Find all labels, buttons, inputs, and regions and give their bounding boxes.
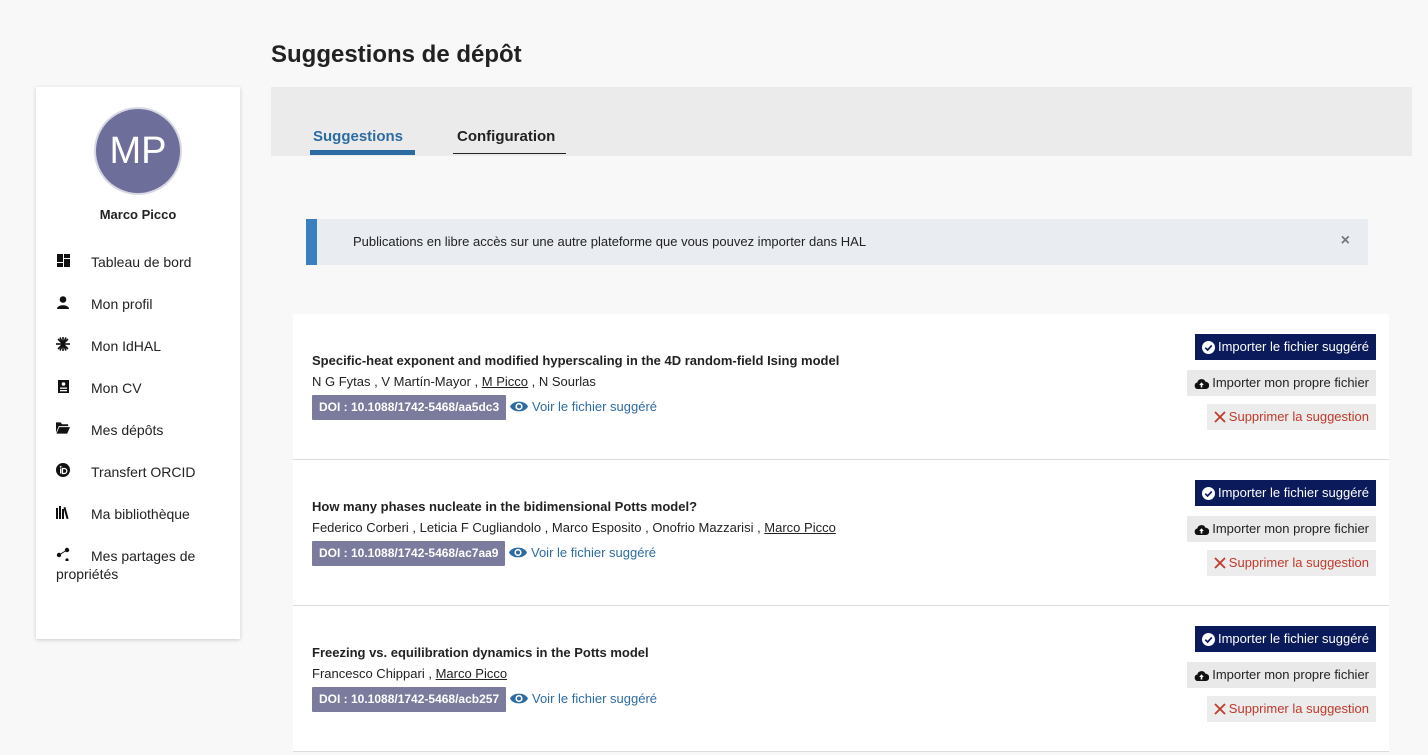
- button-label: Importer le fichier suggéré: [1217, 339, 1369, 354]
- eye-icon: [509, 547, 527, 558]
- button-label: Supprimer la suggestion: [1228, 701, 1369, 716]
- sidebar-nav: Tableau de bord Mon profil Mon IdHAL Mon…: [36, 251, 240, 587]
- delete-suggestion-button[interactable]: Supprimer la suggestion: [1206, 550, 1376, 576]
- doi-badge[interactable]: DOI : 10.1088/1742-5468/ac7aa9: [312, 541, 506, 566]
- x-icon: [1214, 703, 1226, 715]
- doi-badge[interactable]: DOI : 10.1088/1742-5468/aa5dc3: [312, 395, 507, 420]
- view-link-label: Voir le fichier suggéré: [532, 691, 658, 706]
- author-highlight-link[interactable]: M Picco: [482, 374, 528, 389]
- cloud-upload-icon: [1194, 670, 1210, 681]
- info-alert: Publications en libre accès sur une autr…: [306, 219, 1368, 265]
- person-icon: [56, 295, 70, 309]
- import-own-button[interactable]: Importer mon propre fichier: [1187, 370, 1376, 396]
- tab-suggestions[interactable]: Suggestions: [309, 128, 416, 155]
- sidebar-item-label: Ma bibliothèque: [91, 506, 190, 522]
- cv-icon: [56, 379, 70, 393]
- check-circle-icon: [1201, 632, 1215, 646]
- sidebar-item-label: Mes partages de propriétés: [56, 548, 196, 582]
- import-own-button[interactable]: Importer mon propre fichier: [1187, 662, 1376, 688]
- eye-icon: [510, 693, 528, 704]
- sidebar-item-dashboard[interactable]: Tableau de bord: [36, 251, 240, 293]
- sidebar-item-label: Mon CV: [91, 380, 142, 396]
- button-label: Importer le fichier suggéré: [1217, 631, 1369, 646]
- sidebar-item-label: Mes dépôts: [91, 422, 164, 438]
- sidebar-item-deposits[interactable]: Mes dépôts: [36, 419, 240, 461]
- check-circle-icon: [1201, 486, 1215, 500]
- suggestion-title: How many phases nucleate in the bidimens…: [312, 499, 698, 514]
- suggestion-card: Freezing vs. equilibration dynamics in t…: [293, 606, 1389, 752]
- authors-text: N G Fytas , V Martín-Mayor ,: [312, 374, 482, 389]
- button-label: Supprimer la suggestion: [1228, 555, 1369, 570]
- orcid-icon: [56, 463, 70, 477]
- import-own-button[interactable]: Importer mon propre fichier: [1187, 516, 1376, 542]
- tabs-bar: Suggestions Configuration: [271, 87, 1412, 156]
- cloud-upload-icon: [1194, 378, 1210, 389]
- button-label: Importer mon propre fichier: [1212, 667, 1369, 682]
- sidebar: MP Marco Picco Tableau de bord Mon profi…: [36, 87, 240, 639]
- suggestion-authors: Federico Corberi , Leticia F Cugliandolo…: [312, 520, 836, 535]
- sidebar-item-idhal[interactable]: Mon IdHAL: [36, 335, 240, 377]
- check-circle-icon: [1201, 340, 1215, 354]
- sidebar-item-library[interactable]: Ma bibliothèque: [36, 503, 240, 545]
- suggestion-authors: N G Fytas , V Martín-Mayor , M Picco , N…: [312, 374, 596, 389]
- close-icon[interactable]: ×: [1341, 232, 1350, 250]
- view-suggested-file-link[interactable]: Voir le fichier suggéré: [510, 399, 657, 414]
- eye-icon: [510, 401, 528, 412]
- import-suggested-button[interactable]: Importer le fichier suggéré: [1194, 626, 1376, 652]
- author-highlight-link[interactable]: Marco Picco: [436, 666, 508, 681]
- suggestion-title: Freezing vs. equilibration dynamics in t…: [312, 645, 649, 660]
- view-suggested-file-link[interactable]: Voir le fichier suggéré: [509, 545, 656, 560]
- sidebar-item-orcid[interactable]: Transfert ORCID: [36, 461, 240, 503]
- suggestion-authors: Francesco Chippari , Marco Picco: [312, 666, 507, 681]
- sidebar-item-label: Tableau de bord: [91, 254, 192, 270]
- authors-text: , N Sourlas: [527, 374, 596, 389]
- asterisk-icon: [56, 337, 70, 351]
- delete-suggestion-button[interactable]: Supprimer la suggestion: [1206, 696, 1376, 722]
- button-label: Importer le fichier suggéré: [1217, 485, 1369, 500]
- alert-text: Publications en libre accès sur une autr…: [353, 234, 867, 249]
- sidebar-item-label: Transfert ORCID: [91, 464, 196, 480]
- sidebar-item-shares[interactable]: Mes partages de propriétés: [36, 545, 240, 587]
- button-label: Importer mon propre fichier: [1212, 375, 1369, 390]
- x-icon: [1214, 411, 1226, 423]
- user-name: Marco Picco: [99, 207, 177, 222]
- folder-icon: [56, 421, 70, 435]
- library-icon: [56, 505, 70, 519]
- x-icon: [1214, 557, 1226, 569]
- view-link-label: Voir le fichier suggéré: [532, 399, 658, 414]
- button-label: Importer mon propre fichier: [1212, 521, 1369, 536]
- tab-configuration[interactable]: Configuration: [452, 128, 567, 154]
- dashboard-icon: [56, 253, 70, 267]
- delete-suggestion-button[interactable]: Supprimer la suggestion: [1206, 404, 1376, 430]
- sidebar-item-label: Mon IdHAL: [91, 338, 162, 354]
- doi-badge[interactable]: DOI : 10.1088/1742-5468/acb257: [312, 687, 507, 712]
- import-suggested-button[interactable]: Importer le fichier suggéré: [1194, 334, 1376, 360]
- suggestion-card: How many phases nucleate in the bidimens…: [293, 460, 1389, 606]
- author-highlight-link[interactable]: Marco Picco: [764, 520, 836, 535]
- suggestion-title: Specific-heat exponent and modified hype…: [312, 353, 840, 368]
- cloud-upload-icon: [1194, 524, 1210, 535]
- authors-text: Federico Corberi , Leticia F Cugliandolo…: [312, 520, 765, 535]
- suggestion-card: Specific-heat exponent and modified hype…: [293, 314, 1389, 460]
- authors-text: Francesco Chippari ,: [312, 666, 436, 681]
- import-suggested-button[interactable]: Importer le fichier suggéré: [1194, 480, 1376, 506]
- avatar: MP: [96, 109, 180, 193]
- sidebar-item-profile[interactable]: Mon profil: [36, 293, 240, 335]
- page-title: Suggestions de dépôt: [271, 41, 522, 68]
- button-label: Supprimer la suggestion: [1228, 409, 1369, 424]
- view-suggested-file-link[interactable]: Voir le fichier suggéré: [510, 691, 657, 706]
- sidebar-item-cv[interactable]: Mon CV: [36, 377, 240, 419]
- sidebar-item-label: Mon profil: [91, 296, 153, 312]
- view-link-label: Voir le fichier suggéré: [531, 545, 657, 560]
